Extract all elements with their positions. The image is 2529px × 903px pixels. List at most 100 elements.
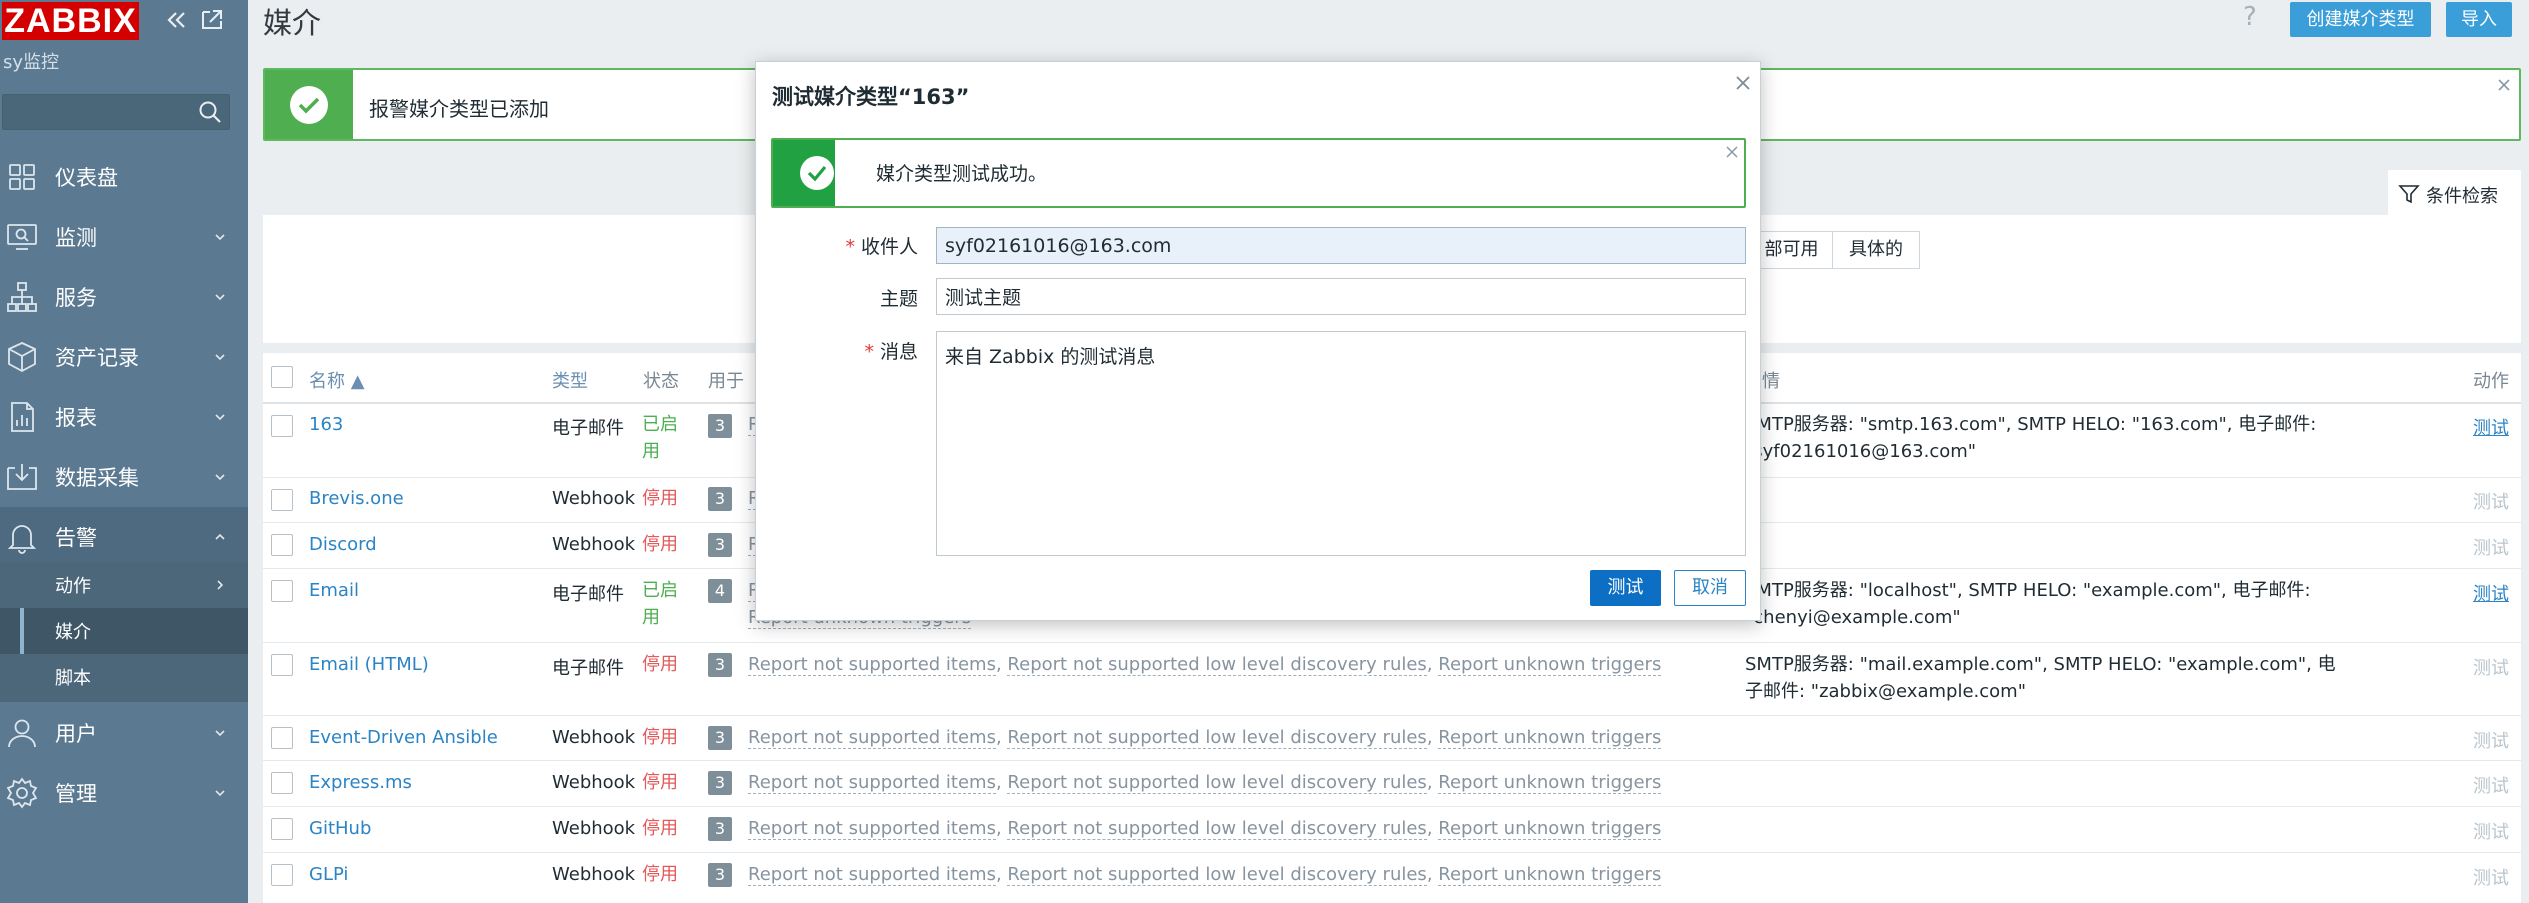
action-link[interactable]: Report unknown triggers [1438, 818, 1662, 840]
submenu-item-media[interactable]: 媒介 [0, 608, 248, 654]
sidebar-item-reports[interactable]: 报表 [0, 387, 248, 447]
action-link[interactable]: Report not supported items [748, 818, 996, 840]
media-type-name-link[interactable]: Event-Driven Ansible [309, 727, 498, 748]
test-link[interactable]: 测试 [2473, 772, 2509, 798]
sidebar-item-data-collection[interactable]: 数据采集 [0, 447, 248, 507]
sidebar-item-alerts[interactable]: 告警 [0, 507, 248, 567]
action-link[interactable]: Report not supported items [748, 772, 996, 794]
test-link[interactable]: 测试 [2473, 534, 2509, 560]
test-link[interactable]: 测试 [2473, 580, 2509, 606]
media-type-status-toggle[interactable]: 已启用 [642, 577, 684, 631]
action-link[interactable]: Report not supported low level discovery… [1007, 818, 1427, 840]
filter-status-specific-button[interactable]: 具体的 [1832, 231, 1920, 269]
chevron-right-icon [217, 580, 224, 590]
media-type-name-link[interactable]: GLPi [309, 864, 348, 885]
media-type-status-toggle[interactable]: 停用 [642, 724, 678, 751]
media-type-status-toggle[interactable]: 停用 [642, 815, 678, 842]
column-header-type[interactable]: 类型 [552, 367, 588, 393]
action-link[interactable]: Report not supported low level discovery… [1007, 772, 1427, 794]
media-type-name-link[interactable]: Brevis.one [309, 488, 404, 509]
test-link[interactable]: 测试 [2473, 727, 2509, 753]
kiosk-mode-icon[interactable] [196, 4, 228, 36]
action-link[interactable]: Report not supported items [748, 864, 996, 886]
row-checkbox[interactable] [271, 580, 293, 602]
collapse-sidebar-icon[interactable] [160, 4, 192, 36]
row-divider [263, 806, 2521, 807]
row-checkbox[interactable] [271, 772, 293, 794]
media-type-status-toggle[interactable]: 停用 [642, 769, 678, 796]
media-type-name-link[interactable]: 163 [309, 414, 343, 435]
action-link[interactable]: Report not supported items [748, 654, 996, 676]
row-checkbox[interactable] [271, 489, 293, 511]
sidebar-item-inventory[interactable]: 资产记录 [0, 327, 248, 387]
select-all-checkbox[interactable] [271, 366, 293, 388]
media-type-details: SMTP服务器: "smtp.163.com", SMTP HELO: "163… [1745, 414, 2317, 462]
filter-status-partial-button[interactable]: 部可用 [1750, 231, 1833, 269]
media-type-name-link[interactable]: Discord [309, 534, 377, 555]
action-link[interactable]: Report not supported low level discovery… [1007, 727, 1427, 749]
row-checkbox[interactable] [271, 415, 293, 437]
import-button[interactable]: 导入 [2446, 2, 2512, 37]
filter-tab[interactable]: 条件检索 [2388, 170, 2521, 216]
action-link[interactable]: Report unknown triggers [1438, 864, 1662, 886]
sidebar-item-monitoring[interactable]: 监测 [0, 207, 248, 267]
test-link[interactable]: 测试 [2473, 864, 2509, 890]
media-type-name-link[interactable]: Express.ms [309, 772, 412, 793]
action-link[interactable]: Report not supported low level discovery… [1007, 864, 1427, 886]
inventory-icon [8, 342, 36, 373]
sidebar-item-label: 资产记录 [55, 346, 139, 370]
media-type-name-link[interactable]: GitHub [309, 818, 371, 839]
action-link[interactable]: Report unknown triggers [1438, 772, 1662, 794]
action-link[interactable]: Report unknown triggers [1438, 654, 1662, 676]
close-icon[interactable] [2495, 76, 2513, 94]
zabbix-logo[interactable]: ZABBIX [2, 2, 139, 40]
test-link[interactable]: 测试 [2473, 488, 2509, 514]
help-icon[interactable]: ? [2243, 2, 2267, 34]
test-link[interactable]: 测试 [2473, 818, 2509, 844]
chevron-up-icon [215, 533, 225, 540]
sidebar-item-administration[interactable]: 管理 [0, 763, 248, 823]
action-link[interactable]: Report not supported low level discovery… [1007, 654, 1427, 676]
used-in-actions-count: 3 [708, 817, 732, 841]
test-link[interactable]: 测试 [2473, 414, 2509, 440]
row-checkbox[interactable] [271, 534, 293, 556]
media-type-status-toggle[interactable]: 停用 [642, 651, 678, 678]
media-type-name-link[interactable]: Email (HTML) [309, 654, 429, 675]
column-header-action: 动作 [2473, 371, 2509, 392]
alerts-bell-icon [7, 525, 37, 554]
administration-gear-icon [6, 777, 38, 809]
media-type-status-toggle[interactable]: 已启用 [642, 411, 684, 465]
recipient-field[interactable] [936, 227, 1746, 264]
close-icon[interactable] [1724, 144, 1740, 160]
used-in-actions-count: 3 [708, 533, 732, 557]
sidebar-item-services[interactable]: 服务 [0, 267, 248, 327]
row-checkbox[interactable] [271, 654, 293, 676]
subject-field[interactable] [936, 278, 1746, 315]
media-type-status-toggle[interactable]: 停用 [642, 531, 678, 558]
row-checkbox[interactable] [271, 727, 293, 749]
cancel-button[interactable]: 取消 [1674, 570, 1746, 606]
media-type-status-toggle[interactable]: 停用 [642, 861, 678, 888]
test-link[interactable]: 测试 [2473, 654, 2509, 680]
submenu-item-scripts[interactable]: 脚本 [0, 654, 248, 700]
action-link[interactable]: Report not supported items [748, 727, 996, 749]
close-icon[interactable] [1732, 72, 1754, 94]
test-button[interactable]: 测试 [1590, 570, 1661, 606]
media-type-name-link[interactable]: Email [309, 580, 359, 601]
used-in-actions-list: Report not supported items, Report not s… [748, 654, 1662, 676]
column-header-name[interactable]: 名称 ▲ [309, 367, 365, 393]
media-type-type: Webhook [552, 534, 636, 555]
sidebar-item-users[interactable]: 用户 [0, 703, 248, 763]
row-checkbox[interactable] [271, 864, 293, 886]
page-title: 媒介 [263, 6, 322, 40]
action-link[interactable]: Report unknown triggers [1438, 727, 1662, 749]
media-type-type: Webhook [552, 772, 636, 793]
row-checkbox[interactable] [271, 818, 293, 840]
search-icon[interactable] [196, 98, 224, 126]
sidebar-item-dashboard[interactable]: 仪表盘 [0, 147, 248, 207]
submenu-item-actions[interactable]: 动作 [0, 562, 248, 608]
create-media-type-button[interactable]: 创建媒介类型 [2290, 2, 2431, 37]
media-type-status-toggle[interactable]: 停用 [642, 485, 678, 512]
message-textarea[interactable]: 来自 Zabbix 的测试消息 [936, 331, 1746, 556]
submenu-item-label: 动作 [55, 576, 91, 597]
